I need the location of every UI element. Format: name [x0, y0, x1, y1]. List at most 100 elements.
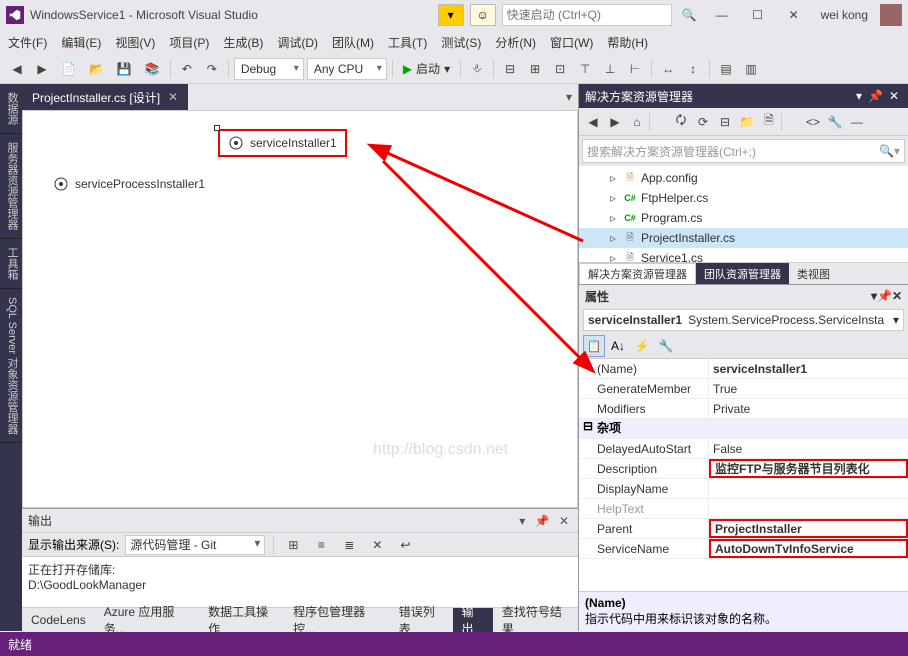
se-dropdown-icon[interactable]: ▾	[853, 89, 865, 103]
prop-row[interactable]: HelpText	[579, 499, 908, 519]
prop-value[interactable]: 监控FTP与服务器节目列表化	[709, 459, 908, 478]
save-icon[interactable]: 💾	[112, 58, 137, 80]
menu-test[interactable]: 测试(S)	[441, 34, 481, 51]
doc-tab-projectinstaller[interactable]: ProjectInstaller.cs [设计] ✕	[22, 84, 188, 110]
hspace-icon[interactable]: ↔	[657, 58, 679, 80]
doc-tab-dropdown-icon[interactable]: ▾	[560, 90, 578, 104]
align-bot-icon[interactable]: ⊢	[624, 58, 646, 80]
props-events-icon[interactable]: ⚡	[631, 335, 653, 357]
panel-pin-icon[interactable]: 📌	[532, 514, 553, 528]
prop-row[interactable]: DelayedAutoStartFalse	[579, 439, 908, 459]
component-serviceprocessinstaller1[interactable]: serviceProcessInstaller1	[53, 176, 205, 192]
menu-edit[interactable]: 编辑(E)	[61, 34, 101, 51]
property-grid[interactable]: (Name)serviceInstaller1GenerateMemberTru…	[579, 359, 908, 591]
minimize-button[interactable]: —	[707, 4, 737, 26]
tree-item[interactable]: ▹🗎Service1.cs	[579, 248, 908, 262]
prop-value[interactable]: ProjectInstaller	[709, 519, 908, 538]
prop-row[interactable]: ModifiersPrivate	[579, 399, 908, 419]
new-project-icon[interactable]: 📄	[56, 58, 81, 80]
avatar[interactable]	[880, 4, 902, 26]
prop-value[interactable]	[709, 479, 908, 498]
menu-help[interactable]: 帮助(H)	[607, 34, 648, 51]
se-close-icon[interactable]: ✕	[886, 89, 902, 103]
prop-value[interactable]: False	[709, 439, 908, 458]
prop-row[interactable]: DisplayName	[579, 479, 908, 499]
redo-icon[interactable]: ↷	[201, 58, 223, 80]
se-pin-icon[interactable]: 📌	[865, 89, 886, 103]
se-tab-solution[interactable]: 解决方案资源管理器	[579, 263, 696, 284]
output-next-icon[interactable]: ≣	[338, 534, 360, 556]
vtab-server-explorer[interactable]: 服务器资源管理器	[0, 134, 22, 239]
align-center-icon[interactable]: ⊞	[524, 58, 546, 80]
prop-value[interactable]	[709, 499, 908, 518]
vtab-datasource[interactable]: 数据源	[0, 84, 22, 134]
align-right-icon[interactable]: ⊡	[549, 58, 571, 80]
tree-item[interactable]: ▹🗎ProjectInstaller.cs	[579, 228, 908, 248]
menu-analyze[interactable]: 分析(N)	[495, 34, 536, 51]
nav-back-icon[interactable]: ◀	[6, 58, 28, 80]
vtab-sql[interactable]: SQL Server 对象资源管理器	[0, 289, 22, 443]
bring-front-icon[interactable]: ▤	[715, 58, 737, 80]
align-left-icon[interactable]: ⊟	[499, 58, 521, 80]
prop-value[interactable]: Private	[709, 399, 908, 418]
start-debug-button[interactable]: ▶启动 ▾	[398, 58, 455, 80]
se-fwd-icon[interactable]: ▶	[605, 112, 625, 132]
prop-category[interactable]: ⊟杂项	[579, 419, 908, 439]
panel-dropdown-icon[interactable]: ▾	[516, 514, 528, 528]
btab-find[interactable]: 查找符号结果	[493, 608, 578, 632]
se-back-icon[interactable]: ◀	[583, 112, 603, 132]
props-categorize-icon[interactable]: 📋	[583, 335, 605, 357]
panel-close-icon[interactable]: ✕	[556, 514, 572, 528]
btab-codelens[interactable]: CodeLens	[22, 608, 95, 632]
props-close-icon[interactable]: ✕	[892, 289, 902, 303]
save-all-icon[interactable]: 📚	[140, 58, 165, 80]
se-sync-icon[interactable]: 🗘	[671, 112, 691, 132]
align-mid-icon[interactable]: ⊥	[599, 58, 621, 80]
props-alpha-icon[interactable]: A↓	[607, 335, 629, 357]
prop-row[interactable]: Description监控FTP与服务器节目列表化	[579, 459, 908, 479]
menu-build[interactable]: 生成(B)	[223, 34, 263, 51]
se-props-icon[interactable]: 🗎	[759, 112, 779, 132]
menu-team[interactable]: 团队(M)	[332, 34, 374, 51]
menu-view[interactable]: 视图(V)	[115, 34, 155, 51]
output-text[interactable]: 正在打开存储库: D:\GoodLookManager	[22, 557, 578, 607]
btab-pkg[interactable]: 程序包管理器控...	[284, 608, 390, 632]
close-button[interactable]: ✕	[779, 4, 809, 26]
prop-value[interactable]: AutoDownTvInfoService	[709, 539, 908, 558]
step-icon[interactable]: ⎀	[466, 58, 488, 80]
config-combo[interactable]: Debug	[234, 58, 304, 80]
output-clear-icon[interactable]: ✕	[366, 534, 388, 556]
btab-data[interactable]: 数据工具操作	[199, 608, 284, 632]
tree-item[interactable]: ▹C#Program.cs	[579, 208, 908, 228]
se-collapse-icon[interactable]: ⊟	[715, 112, 735, 132]
send-back-icon[interactable]: ▥	[740, 58, 762, 80]
user-name[interactable]: wei kong	[815, 8, 874, 22]
btab-errors[interactable]: 错误列表	[390, 608, 453, 632]
se-refresh-icon[interactable]: ⟳	[693, 112, 713, 132]
prop-row[interactable]: GenerateMemberTrue	[579, 379, 908, 399]
menu-file[interactable]: 文件(F)	[8, 34, 47, 51]
feedback-icon[interactable]: ☺	[470, 4, 496, 26]
props-object-combo[interactable]: serviceInstaller1 System.ServiceProcess.…	[583, 309, 904, 331]
output-prev-icon[interactable]: ≡	[310, 534, 332, 556]
notification-flag-icon[interactable]: ▾	[438, 4, 464, 26]
maximize-button[interactable]: ☐	[743, 4, 773, 26]
align-top-icon[interactable]: ⊤	[574, 58, 596, 80]
quick-launch-input[interactable]	[502, 4, 672, 26]
menu-project[interactable]: 项目(P)	[169, 34, 209, 51]
close-tab-icon[interactable]: ✕	[168, 90, 178, 104]
se-showall-icon[interactable]: 📁	[737, 112, 757, 132]
se-search-dropdown-icon[interactable]: ▾	[894, 144, 900, 158]
platform-combo[interactable]: Any CPU	[307, 58, 387, 80]
tree-item[interactable]: ▹C#FtpHelper.cs	[579, 188, 908, 208]
output-source-combo[interactable]: 源代码管理 - Git	[125, 535, 265, 555]
undo-icon[interactable]: ↶	[176, 58, 198, 80]
props-prop-icon[interactable]: 🔧	[655, 335, 677, 357]
output-find-icon[interactable]: ⊞	[282, 534, 304, 556]
se-more-icon[interactable]: —	[847, 112, 867, 132]
menu-tools[interactable]: 工具(T)	[388, 34, 427, 51]
se-tab-team[interactable]: 团队资源管理器	[696, 263, 789, 284]
output-wrap-icon[interactable]: ↩	[394, 534, 416, 556]
se-prop2-icon[interactable]: 🔧	[825, 112, 845, 132]
menu-window[interactable]: 窗口(W)	[550, 34, 593, 51]
